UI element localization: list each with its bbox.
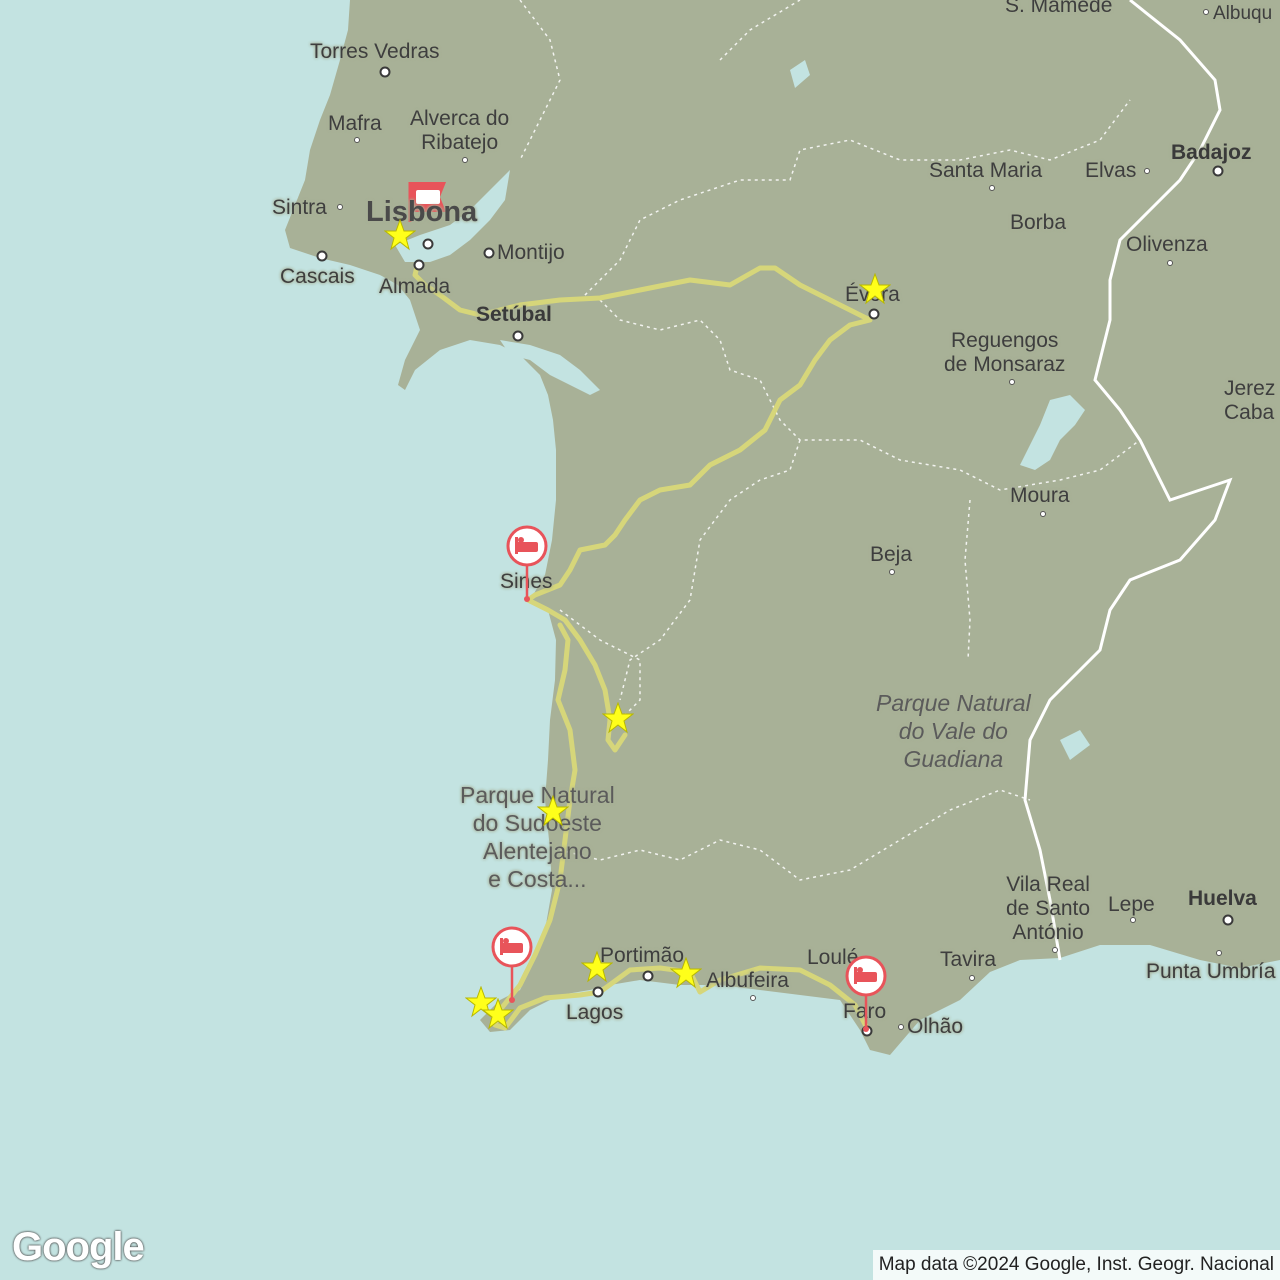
place-label: Setúbal	[476, 303, 552, 326]
place-dot	[1040, 511, 1046, 517]
star-icon[interactable]	[602, 702, 634, 734]
star-icon[interactable]	[859, 273, 891, 305]
place-label: Punta Umbría	[1146, 960, 1276, 983]
map-attribution: Map data ©2024 Google, Inst. Geogr. Naci…	[872, 1250, 1280, 1280]
place-label: Jerez Caba	[1224, 377, 1276, 424]
place-dot	[1222, 914, 1234, 926]
place-dot	[422, 238, 434, 250]
place-label: Huelva	[1188, 887, 1257, 910]
place-dot	[642, 970, 654, 982]
place-dot	[1144, 168, 1150, 174]
place-label: Mafra	[328, 112, 382, 135]
place-label: Elvas	[1085, 159, 1137, 182]
place-dot	[898, 1024, 904, 1030]
place-label: Lepe	[1108, 893, 1155, 916]
place-dot	[462, 157, 468, 163]
star-icon[interactable]	[537, 795, 569, 827]
place-label: Reguengos de Monsaraz	[944, 329, 1066, 376]
place-dot	[1130, 917, 1136, 923]
capital-label: Lisbona	[366, 196, 478, 228]
place-label: Beja	[870, 543, 913, 566]
place-dot	[483, 247, 495, 259]
hotel-pin-icon[interactable]	[490, 926, 534, 1004]
google-logo[interactable]: Google	[12, 1225, 145, 1270]
place-label: Olivenza	[1126, 233, 1208, 256]
place-dot	[413, 259, 425, 271]
place-dot	[512, 330, 524, 342]
map-canvas[interactable]	[0, 0, 1280, 1280]
hotel-pin-icon[interactable]	[844, 955, 888, 1033]
place-label: Almada	[379, 275, 451, 298]
place-label: Montijo	[497, 241, 565, 264]
place-dot	[989, 185, 995, 191]
place-label: Albufeira	[706, 969, 789, 992]
place-label: Borba	[1010, 211, 1067, 234]
place-dot	[1203, 9, 1209, 15]
place-dot	[750, 995, 756, 1001]
place-label: Lagos	[566, 1001, 624, 1024]
place-label: Torres Vedras	[310, 40, 440, 63]
place-label: Cascais	[280, 265, 355, 288]
place-label: Moura	[1010, 484, 1070, 507]
star-icon[interactable]	[670, 957, 702, 989]
place-label: Santa Maria	[929, 159, 1043, 182]
place-dot	[1212, 165, 1224, 177]
place-dot	[889, 569, 895, 575]
hotel-pin-icon[interactable]	[505, 525, 549, 603]
place-label: Olhão	[907, 1015, 964, 1038]
place-dot	[592, 986, 604, 998]
star-icon[interactable]	[581, 951, 613, 983]
place-label: Badajoz	[1171, 141, 1252, 164]
place-label: Alverca do Ribatejo	[410, 107, 510, 154]
place-label: S. Mamede	[1005, 0, 1113, 17]
place-dot	[1052, 947, 1058, 953]
place-dot	[379, 66, 391, 78]
star-icon[interactable]	[384, 219, 416, 251]
place-dot	[1167, 260, 1173, 266]
place-label: Sintra	[272, 196, 327, 219]
place-label: Tavira	[940, 948, 997, 971]
place-dot	[1009, 379, 1015, 385]
place-dot	[316, 250, 328, 262]
place-label: Albuqu	[1213, 3, 1273, 24]
place-dot	[354, 137, 360, 143]
park-label: Parque Natural do Vale do Guadiana	[876, 690, 1031, 772]
place-dot	[969, 975, 975, 981]
place-dot	[1216, 950, 1222, 956]
place-label: Vila Real de Santo António	[1006, 873, 1091, 944]
place-dot	[868, 308, 880, 320]
place-dot	[337, 204, 343, 210]
